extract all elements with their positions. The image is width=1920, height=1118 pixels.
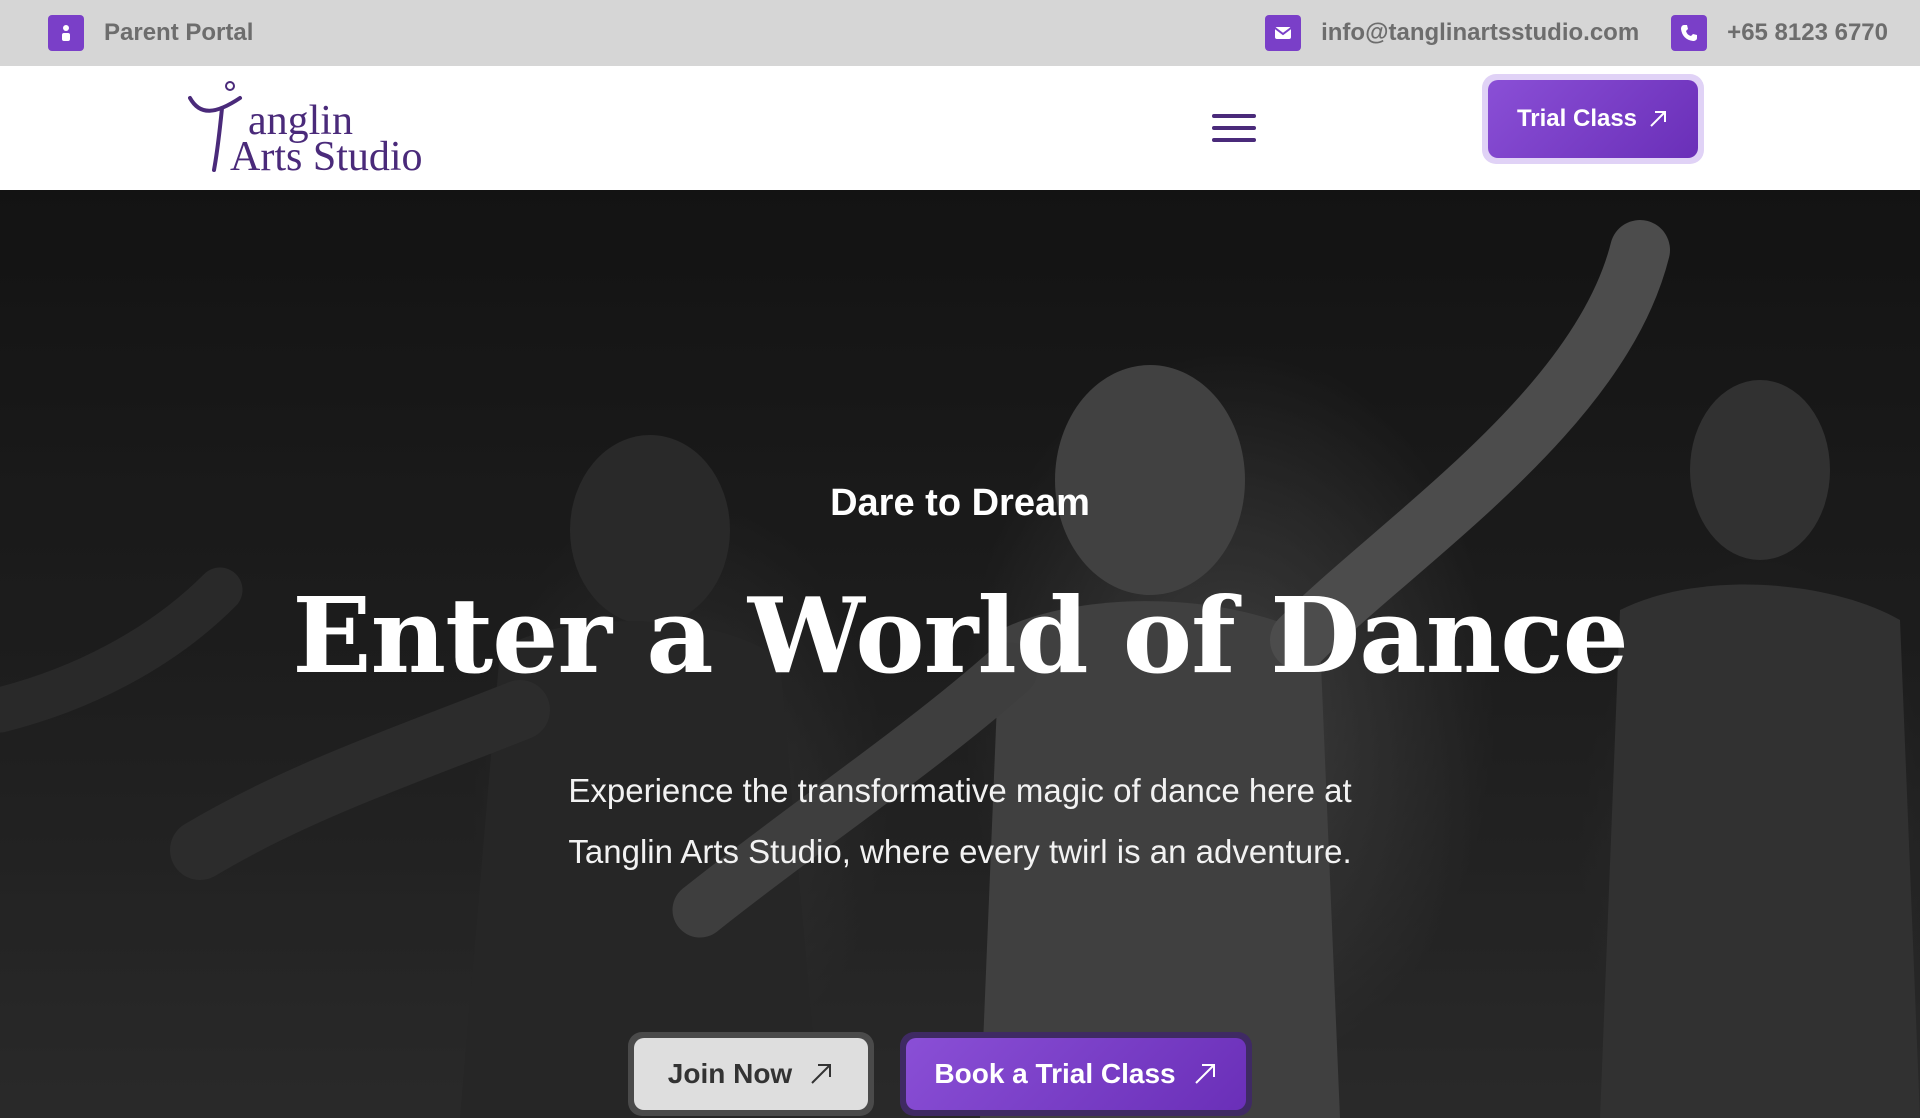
mail-icon [1265,15,1302,51]
user-icon [48,15,84,51]
hamburger-line [1212,114,1256,118]
join-now-button[interactable]: Join Now [634,1038,868,1110]
arrow-up-right-icon [1194,1064,1215,1084]
hero-eyebrow: Dare to Dream [830,482,1090,524]
join-now-label: Join Now [667,1058,793,1089]
hero-title: Enter a World of Dance [292,574,1629,697]
parent-portal-link[interactable]: Parent Portal [48,15,253,51]
hero-description: Experience the transformative magic of d… [568,772,1352,870]
trial-class-button-frame: Trial Class [1482,74,1704,164]
phone-label: +65 8123 6770 [1727,19,1888,46]
phone-link[interactable]: +65 8123 6770 [1671,15,1888,51]
trial-class-label: Trial Class [1516,105,1638,132]
site-logo[interactable]: anglin Arts Studio [188,78,438,178]
parent-portal-label: Parent Portal [104,19,254,46]
site-header: anglin Arts Studio Trial Class [0,66,1920,190]
book-trial-button-frame: Book a Trial Class [900,1032,1252,1116]
email-label: info@tanglinartsstudio.com [1321,19,1640,46]
hamburger-line [1212,126,1256,130]
join-now-button-frame: Join Now [628,1032,874,1116]
trial-class-button[interactable]: Trial Class [1488,80,1698,158]
topbar-right: info@tanglinartsstudio.com +65 8123 6770 [1233,15,1888,51]
hero-section: Dare to Dream Enter a World of Dance Exp… [0,190,1920,1118]
book-trial-class-button[interactable]: Book a Trial Class [906,1038,1246,1110]
arrow-up-right-icon [1650,111,1667,127]
email-link[interactable]: info@tanglinartsstudio.com [1265,15,1639,51]
logo-text-line2: Arts Studio [230,134,423,180]
topbar-left: Parent Portal [48,15,253,51]
hamburger-menu-icon[interactable] [1212,114,1256,146]
top-utility-bar: Parent Portal info@tanglinartsstudio.com… [0,0,1920,66]
phone-icon [1671,15,1708,51]
book-trial-label: Book a Trial Class [934,1058,1176,1089]
hamburger-line [1212,138,1256,142]
arrow-up-right-icon [811,1064,832,1084]
hero-button-group: Join Now Book a Trial Class [628,1032,1252,1116]
